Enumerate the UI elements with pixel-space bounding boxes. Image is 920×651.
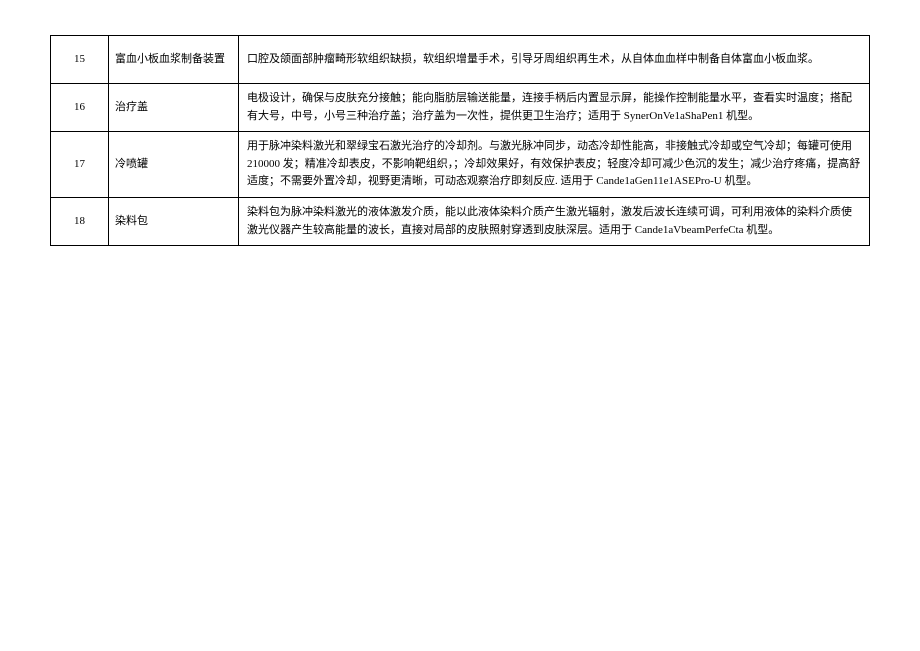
equipment-description: 口腔及颌面部肿瘤畸形软组织缺损，软组织增量手术，引导牙周组织再生术，从自体血血样…: [239, 36, 870, 84]
table-row: 16 治疗盖 电极设计，确保与皮肤充分接触；能向脂肪层输送能量，连接手柄后内置显…: [51, 84, 870, 132]
equipment-table: 15 富血小板血浆制备装置 口腔及颌面部肿瘤畸形软组织缺损，软组织增量手术，引导…: [50, 35, 870, 246]
table-row: 17 冷喷罐 用于脉冲染料激光和翠绿宝石激光治疗的冷却剂。与激光脉冲同步，动态冷…: [51, 132, 870, 198]
row-number: 16: [51, 84, 109, 132]
equipment-description: 染料包为脉冲染料激光的液体激发介质，能以此液体染料介质产生激光辐射，激发后波长连…: [239, 197, 870, 245]
equipment-name: 富血小板血浆制备装置: [109, 36, 239, 84]
row-number: 18: [51, 197, 109, 245]
equipment-description: 用于脉冲染料激光和翠绿宝石激光治疗的冷却剂。与激光脉冲同步，动态冷却性能高，非接…: [239, 132, 870, 198]
equipment-name: 冷喷罐: [109, 132, 239, 198]
table-row: 18 染料包 染料包为脉冲染料激光的液体激发介质，能以此液体染料介质产生激光辐射…: [51, 197, 870, 245]
equipment-description: 电极设计，确保与皮肤充分接触；能向脂肪层输送能量，连接手柄后内置显示屏，能操作控…: [239, 84, 870, 132]
equipment-name: 治疗盖: [109, 84, 239, 132]
equipment-name: 染料包: [109, 197, 239, 245]
row-number: 17: [51, 132, 109, 198]
table-row: 15 富血小板血浆制备装置 口腔及颌面部肿瘤畸形软组织缺损，软组织增量手术，引导…: [51, 36, 870, 84]
row-number: 15: [51, 36, 109, 84]
